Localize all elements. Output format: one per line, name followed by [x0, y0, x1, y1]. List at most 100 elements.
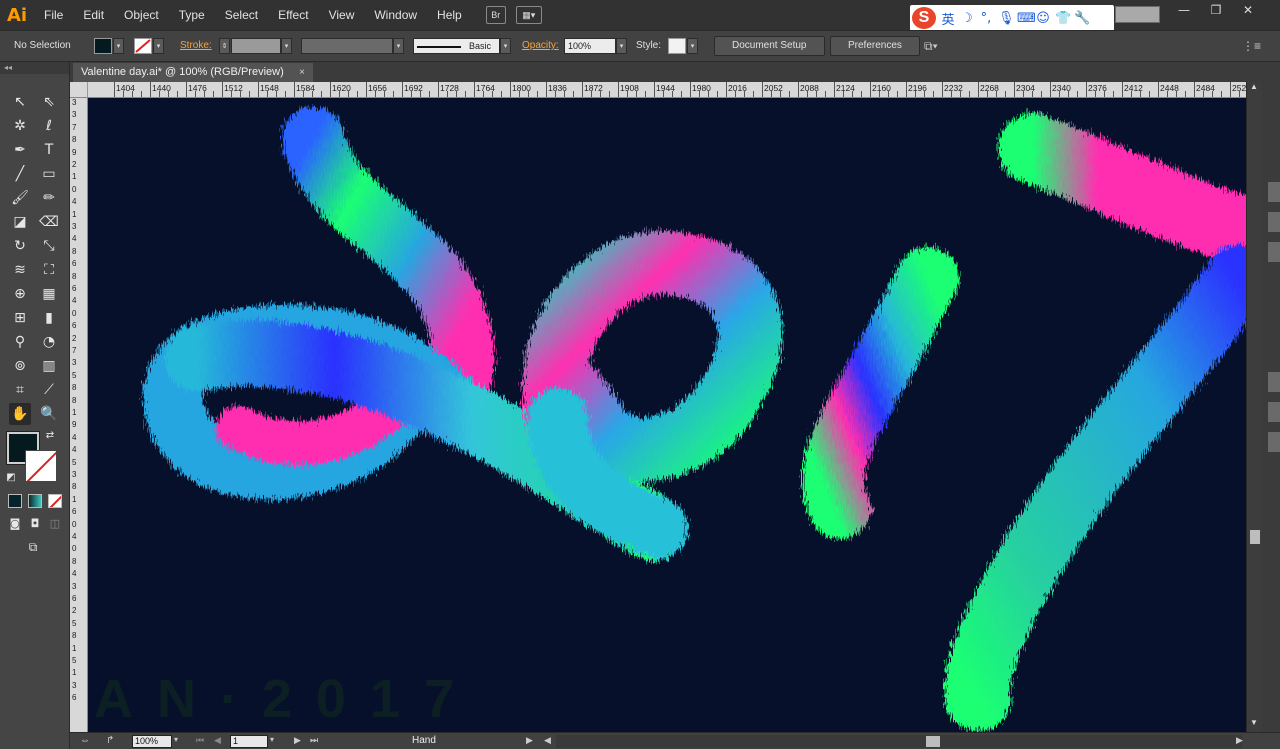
draw-normal-icon[interactable]: ◙ — [6, 514, 24, 532]
eraser-tool-icon[interactable]: ⌫ — [38, 211, 60, 233]
fill-swatch[interactable] — [94, 38, 112, 54]
ruler-origin[interactable] — [70, 82, 88, 98]
menu-select[interactable]: Select — [215, 0, 268, 30]
brush-definition[interactable]: Basic — [413, 38, 500, 54]
direct-selection-tool-icon[interactable]: ⇖ — [38, 91, 60, 113]
menu-edit[interactable]: Edit — [73, 0, 114, 30]
dock-tab[interactable] — [1268, 182, 1280, 202]
punctuation-icon[interactable]: °, — [979, 11, 993, 26]
arrange-documents-button[interactable]: ▦▾ — [515, 6, 542, 24]
dock-tab[interactable] — [1268, 372, 1280, 392]
ime-lang-toggle[interactable]: 英 — [941, 9, 955, 28]
keyboard-icon[interactable]: ⌨ — [1017, 11, 1036, 26]
close-tab-icon[interactable]: × — [299, 63, 305, 82]
menu-file[interactable]: File — [34, 0, 73, 30]
opacity-dropdown[interactable]: ▾ — [616, 38, 627, 54]
rotate-tool-icon[interactable]: ↻ — [9, 235, 31, 257]
artboard-tool-icon[interactable]: ⌗ — [9, 379, 31, 401]
color-mode-icon[interactable] — [8, 494, 22, 508]
none-mode-icon[interactable] — [48, 494, 62, 508]
variable-width-profile[interactable] — [301, 38, 393, 54]
line-tool-icon[interactable]: ╱ — [9, 163, 31, 185]
panel-menu-icon[interactable]: ⋮≡ — [1242, 39, 1261, 53]
pen-tool-icon[interactable]: ✒ — [9, 139, 31, 161]
bridge-button[interactable]: Br — [485, 6, 506, 24]
menu-window[interactable]: Window — [364, 0, 427, 30]
artboard-nav-icon[interactable]: ⇔ — [80, 735, 90, 746]
toolbox-collapse[interactable]: ◂◂ — [0, 62, 69, 74]
blob-brush-tool-icon[interactable]: ◪ — [9, 211, 31, 233]
minimize-icon[interactable]: — — [1168, 0, 1200, 20]
scroll-down-icon[interactable]: ▼ — [1250, 718, 1258, 727]
status-menu-icon[interactable]: ▶ — [526, 735, 533, 746]
restore-icon[interactable]: ❐ — [1200, 0, 1232, 20]
vertical-scrollbar[interactable]: ▲ ▼ — [1246, 82, 1262, 732]
pencil-tool-icon[interactable]: ✏ — [38, 187, 60, 209]
perspective-grid-tool-icon[interactable]: ▦ — [38, 283, 60, 305]
dock-tab[interactable] — [1268, 402, 1280, 422]
hand-tool-icon[interactable]: ✋ — [9, 403, 31, 425]
horizontal-ruler[interactable]: 1404 1440 1476 1512 1548 1584 1620 1656 1692 1728… — [88, 82, 1248, 98]
scroll-right-icon[interactable]: ▶ — [1236, 735, 1243, 746]
zoom-tool-icon[interactable]: 🔍 — [38, 403, 60, 425]
draw-behind-icon[interactable]: ◘ — [26, 514, 44, 532]
horizontal-scroll-thumb[interactable] — [926, 736, 940, 747]
artboard-dropdown-icon[interactable]: ▾ — [270, 735, 274, 744]
gradient-mode-icon[interactable] — [28, 494, 42, 508]
rectangle-tool-icon[interactable]: ▭ — [38, 163, 60, 185]
arrange-icon[interactable]: ⧉▾ — [924, 39, 938, 54]
stroke-dropdown[interactable]: ▾ — [153, 38, 164, 54]
mesh-tool-icon[interactable]: ⊞ — [9, 307, 31, 329]
scroll-left-icon[interactable]: ◀ — [544, 735, 551, 746]
graphic-style-swatch[interactable] — [668, 38, 686, 54]
shirt-icon[interactable]: 👕 — [1055, 11, 1071, 26]
document-tab[interactable]: Valentine day.ai* @ 100% (RGB/Preview) × — [73, 63, 313, 82]
vertical-scroll-thumb[interactable] — [1250, 530, 1260, 544]
eyedropper-tool-icon[interactable]: ⚲ — [9, 331, 31, 353]
slice-tool-icon[interactable]: ⟋ — [38, 379, 60, 401]
brush-dropdown[interactable]: ▾ — [500, 38, 511, 54]
menu-object[interactable]: Object — [114, 0, 169, 30]
moon-icon[interactable]: ☽ — [960, 11, 974, 26]
user-icon[interactable]: ☺ — [1036, 11, 1050, 26]
shape-builder-tool-icon[interactable]: ⊕ — [9, 283, 31, 305]
zoom-input[interactable]: 100% — [132, 735, 172, 748]
artboard-canvas[interactable]: AN·2017 — [88, 98, 1246, 732]
gradient-tool-icon[interactable]: ▮ — [38, 307, 60, 329]
stroke-weight-dropdown[interactable]: ▾ — [281, 38, 292, 54]
symbol-sprayer-tool-icon[interactable]: ⊚ — [9, 355, 31, 377]
opacity-input[interactable]: 100% — [564, 38, 616, 54]
close-window-icon[interactable]: ✕ — [1232, 0, 1264, 20]
export-icon[interactable]: ↱ — [106, 735, 114, 746]
wrench-icon[interactable]: 🔧 — [1074, 11, 1090, 26]
stroke-weight-input[interactable] — [231, 38, 281, 54]
prev-artboard-icon[interactable]: ◀ — [214, 735, 221, 746]
screen-mode-icon[interactable]: ⧉ — [22, 538, 44, 556]
menu-help[interactable]: Help — [427, 0, 472, 30]
type-tool-icon[interactable]: T — [38, 139, 60, 161]
first-artboard-icon[interactable]: ⏮ — [196, 735, 204, 746]
dock-tab[interactable] — [1268, 242, 1280, 262]
lasso-tool-icon[interactable]: ℓ — [38, 115, 60, 137]
next-artboard-icon[interactable]: ▶ — [294, 735, 301, 746]
swap-colors-icon[interactable]: ⇄ — [43, 428, 57, 442]
dock-tab[interactable] — [1268, 212, 1280, 232]
stroke-swatch[interactable] — [134, 38, 152, 54]
search-field[interactable] — [1115, 6, 1160, 23]
menu-view[interactable]: View — [319, 0, 365, 30]
style-dropdown[interactable]: ▾ — [687, 38, 698, 54]
selection-tool-icon[interactable]: ↖ — [9, 91, 31, 113]
blend-tool-icon[interactable]: ◔ — [38, 331, 60, 353]
stroke-color-box[interactable] — [25, 450, 57, 482]
default-colors-icon[interactable]: ◩ — [4, 470, 18, 484]
stroke-stepper[interactable]: ⇕ — [219, 38, 230, 54]
scroll-up-icon[interactable]: ▲ — [1250, 82, 1258, 91]
horizontal-scroll-track[interactable] — [556, 735, 1242, 748]
microphone-icon[interactable]: 🎙 — [998, 11, 1015, 26]
menu-effect[interactable]: Effect — [268, 0, 318, 30]
zoom-dropdown-icon[interactable]: ▾ — [174, 735, 178, 744]
fill-dropdown[interactable]: ▾ — [113, 38, 124, 54]
profile-dropdown[interactable]: ▾ — [393, 38, 404, 54]
dock-tab[interactable] — [1268, 432, 1280, 452]
last-artboard-icon[interactable]: ⏭ — [310, 735, 318, 746]
